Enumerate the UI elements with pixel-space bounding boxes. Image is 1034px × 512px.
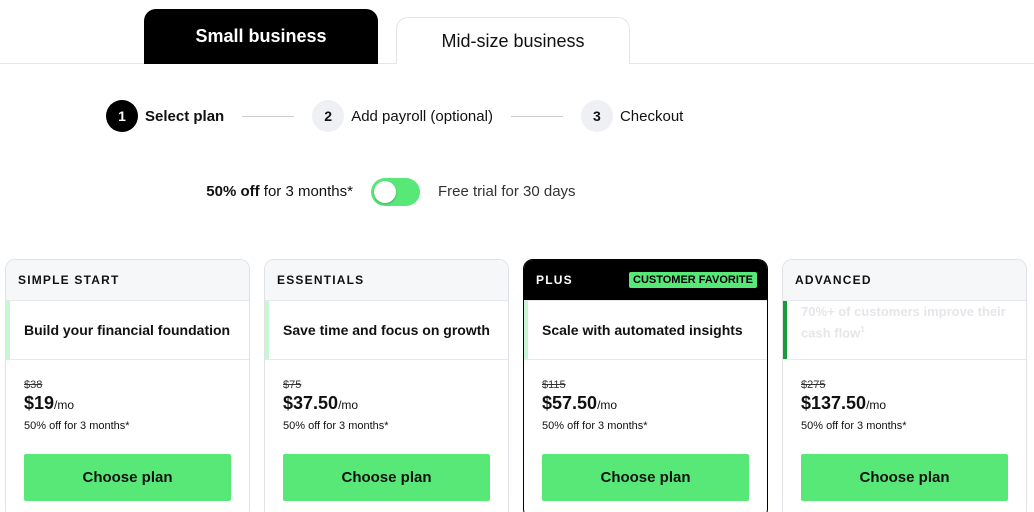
step-number: 2 <box>312 100 345 132</box>
plan-name: ADVANCED <box>795 273 872 287</box>
price-area: $38 $19/mo 50% off for 3 months* <box>6 360 249 432</box>
plan-name: SIMPLE START <box>18 273 120 287</box>
choose-plan-button[interactable]: Choose plan <box>283 454 490 501</box>
price-period: /mo <box>866 398 887 412</box>
original-price: $275 <box>801 379 826 391</box>
plan-tagline: Save time and focus on growth <box>283 322 490 338</box>
plan-header: ADVANCED <box>783 260 1026 301</box>
plan-header: PLUS CUSTOMER FAVORITE <box>524 260 767 301</box>
plan-tagline: 70%+ of customers improve their cash flo… <box>801 303 1026 342</box>
plan-card-advanced: ADVANCED 70%+ of customers improve their… <box>782 259 1027 512</box>
choose-plan-button[interactable]: Choose plan <box>801 454 1008 501</box>
step-divider <box>510 115 563 117</box>
free-trial-label: Free trial for 30 days <box>438 183 576 200</box>
step-number: 1 <box>106 100 138 132</box>
offer-toggle[interactable] <box>371 178 420 206</box>
plan-name: PLUS <box>536 273 573 287</box>
plan-card-plus: PLUS CUSTOMER FAVORITE Scale with automa… <box>523 259 768 512</box>
step-number: 3 <box>580 100 613 132</box>
step-label: Checkout <box>619 107 684 125</box>
step-divider <box>242 115 295 117</box>
price-value: $137.50 <box>801 393 867 413</box>
price-area: $75 $37.50/mo 50% off for 3 months* <box>265 360 508 432</box>
discount-offer-label: 50% off for 3 months* <box>206 183 353 200</box>
choose-plan-button[interactable]: Choose plan <box>542 454 749 501</box>
plan-name: ESSENTIALS <box>277 273 365 287</box>
discounted-price: $37.50/mo <box>283 393 508 414</box>
step-label: Select plan <box>145 107 225 125</box>
price-period: /mo <box>54 398 75 412</box>
plan-tagline-box: Build your financial foundation <box>6 301 249 360</box>
price-value: $19 <box>24 393 55 413</box>
discounted-price: $19/mo <box>24 393 249 414</box>
discount-note: 50% off for 3 months* <box>542 420 648 432</box>
footnote-marker: 1 <box>860 325 865 334</box>
discount-note: 50% off for 3 months* <box>24 420 130 432</box>
plan-tagline: Build your financial foundation <box>24 322 231 338</box>
plan-tagline-text: 70%+ of customers improve their cash flo… <box>801 304 1006 341</box>
price-value: $57.50 <box>542 393 598 413</box>
toggle-knob <box>374 181 396 203</box>
step-add-payroll: 2 Add payroll (optional) <box>312 100 493 132</box>
choose-plan-button[interactable]: Choose plan <box>24 454 231 501</box>
plan-card-essentials: ESSENTIALS Save time and focus on growth… <box>264 259 509 512</box>
customer-favorite-badge: CUSTOMER FAVORITE <box>629 272 757 288</box>
original-price: $115 <box>542 379 566 391</box>
price-area: $275 $137.50/mo 50% off for 3 months* <box>783 360 1026 432</box>
price-period: /mo <box>597 398 618 412</box>
plan-tagline-box: Save time and focus on growth <box>265 301 508 360</box>
discount-note: 50% off for 3 months* <box>283 420 389 432</box>
step-select-plan: 1 Select plan <box>106 100 224 132</box>
plan-header: ESSENTIALS <box>265 260 508 301</box>
step-checkout: 3 Checkout <box>580 100 684 132</box>
price-area: $115 $57.50/mo 50% off for 3 months* <box>524 360 767 432</box>
plan-header: SIMPLE START <box>6 260 249 301</box>
pricing-toggle-row: 50% off for 3 months* Free trial for 30 … <box>0 178 1034 206</box>
business-size-tabs: Small business Mid-size business <box>0 0 1034 64</box>
plan-card-simple-start: SIMPLE START Build your financial founda… <box>5 259 250 512</box>
checkout-stepper: 1 Select plan 2 Add payroll (optional) 3… <box>106 100 683 132</box>
tab-small-business[interactable]: Small business <box>144 9 378 64</box>
discount-bold: 50% off <box>206 183 260 200</box>
discount-note: 50% off for 3 months* <box>801 420 907 432</box>
discounted-price: $137.50/mo <box>801 393 1026 414</box>
price-value: $37.50 <box>283 393 339 413</box>
original-price: $38 <box>24 379 43 391</box>
discount-duration: for 3 months* <box>259 183 353 200</box>
original-price: $75 <box>283 379 302 391</box>
plan-tagline-box: 70%+ of customers improve their cash flo… <box>783 301 1026 360</box>
tab-mid-size-business[interactable]: Mid-size business <box>396 17 630 64</box>
price-period: /mo <box>338 398 359 412</box>
discounted-price: $57.50/mo <box>542 393 767 414</box>
plan-tagline-box: Scale with automated insights <box>524 301 767 360</box>
plan-tagline: Scale with automated insights <box>542 322 743 338</box>
step-label: Add payroll (optional) <box>351 107 493 125</box>
